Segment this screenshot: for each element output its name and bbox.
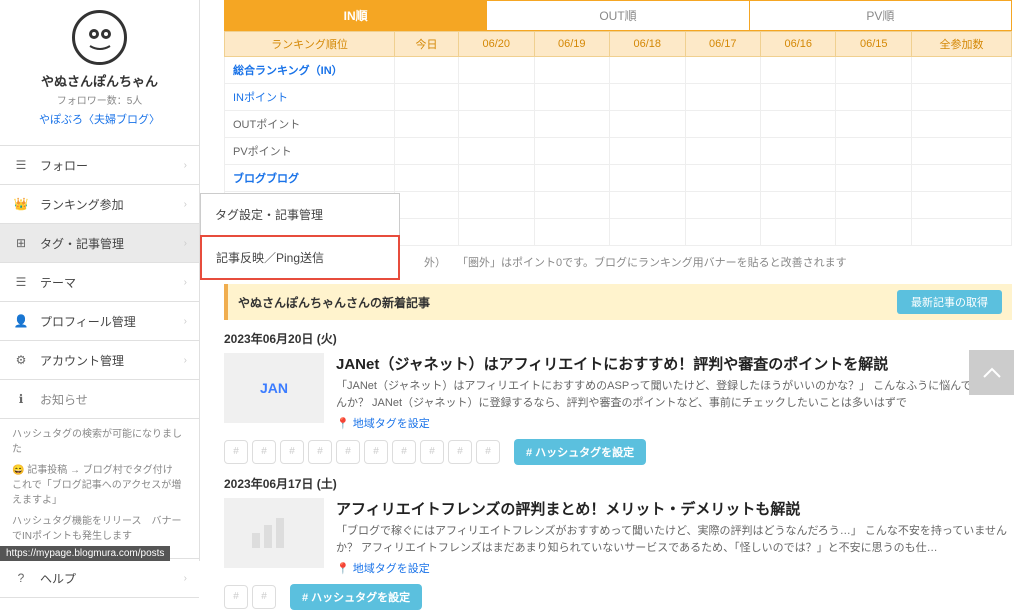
hashtag-set-button[interactable]: # ハッシュタグを設定 <box>514 439 646 465</box>
profile-block: やぬさんぽんちゃん フォロワー数：5人 やぽぶろ〈夫婦ブログ〉 <box>0 0 199 137</box>
article-title[interactable]: JANet（ジャネット）はアフィリエイトにおすすめ！評判や審査のポイントを解説 <box>336 353 1012 374</box>
tab-pv[interactable]: PV順 <box>749 1 1011 30</box>
chevron-right-icon: › <box>184 238 187 249</box>
chevron-up-icon <box>982 367 1002 379</box>
ranking-icon: 👑 <box>12 195 30 213</box>
menu-theme[interactable]: ☰テーマ› <box>0 263 199 302</box>
tag-slot[interactable]: # <box>280 440 304 464</box>
row-label[interactable]: 総合ランキング（IN） <box>225 57 395 84</box>
row-label[interactable]: INポイント <box>225 84 395 111</box>
new-posts-bar: やぬさんぽんちゃんさんの新着記事 最新記事の取得 <box>224 284 1012 320</box>
menu-account[interactable]: ⚙アカウント管理› <box>0 341 199 380</box>
follow-icon: ☰ <box>12 156 30 174</box>
ranking-tabs: IN順 OUT順 PV順 <box>224 0 1012 31</box>
th-date: 06/16 <box>760 32 835 57</box>
article-title[interactable]: アフィリエイトフレンズの評判まとめ！メリット・デメリットも解説 <box>336 498 1012 519</box>
hashtag-set-button[interactable]: # ハッシュタグを設定 <box>290 584 422 610</box>
chevron-right-icon: › <box>184 355 187 366</box>
scroll-top-button[interactable] <box>969 350 1014 395</box>
th-today: 今日 <box>395 32 459 57</box>
submenu-tag-settings[interactable]: タグ設定・記事管理 <box>201 194 399 236</box>
info-icon: ℹ <box>12 390 30 408</box>
menu-profile[interactable]: 👤プロフィール管理› <box>0 302 199 341</box>
row-label: OUTポイント <box>225 111 395 138</box>
tag-slot[interactable]: # <box>392 440 416 464</box>
note-text: ハッシュタグ機能をリリース バナーでINポイントも発生します <box>12 514 187 544</box>
chevron-right-icon: › <box>184 160 187 171</box>
menu-help[interactable]: ?ヘルプ› <box>0 558 199 598</box>
menu-follow[interactable]: ☰フォロー› <box>0 146 199 185</box>
avatar[interactable] <box>72 10 127 65</box>
tag-slot[interactable]: # <box>252 440 276 464</box>
username: やぬさんぽんちゃん <box>0 71 199 90</box>
status-bar-url: https://mypage.blogmura.com/posts <box>0 546 170 561</box>
chevron-right-icon: › <box>184 316 187 327</box>
article-date: 2023年06月17日 (土) <box>224 475 1012 492</box>
tag-slot[interactable]: # <box>252 585 276 609</box>
menu-tag-article[interactable]: ⊞タグ・記事管理› <box>0 224 199 263</box>
tag-slot[interactable]: # <box>336 440 360 464</box>
article-description: 「ブログで稼ぐにはアフィリエイトフレンズがおすすめって聞いたけど、実際の評判はど… <box>336 523 1012 556</box>
th-date: 06/19 <box>534 32 609 57</box>
tag-slot[interactable]: # <box>476 440 500 464</box>
menu-ranking[interactable]: 👑ランキング参加› <box>0 185 199 224</box>
tab-in[interactable]: IN順 <box>225 1 486 30</box>
help-icon: ? <box>12 569 30 587</box>
th-date: 06/15 <box>836 32 912 57</box>
hashtag-row: ########## # ハッシュタグを設定 <box>224 439 1012 465</box>
article-thumbnail[interactable] <box>224 498 324 568</box>
new-posts-label: やぬさんぽんちゃんさんの新着記事 <box>238 294 430 311</box>
th-date: 06/17 <box>685 32 760 57</box>
theme-icon: ☰ <box>12 273 30 291</box>
profile-icon: 👤 <box>12 312 30 330</box>
region-tag-link[interactable]: 📍 地域タグを設定 <box>336 560 430 576</box>
article-block: 2023年06月20日 (火) JAN JANet（ジャネット）はアフィリエイト… <box>224 330 1012 465</box>
th-rank: ランキング順位 <box>225 32 395 57</box>
region-tag-link[interactable]: 📍 地域タグを設定 <box>336 415 430 431</box>
row-label[interactable]: ブログブログ <box>225 165 395 192</box>
gear-icon: ⚙ <box>12 351 30 369</box>
sidebar-menu: ☰フォロー› 👑ランキング参加› ⊞タグ・記事管理› ☰テーマ› 👤プロフィール… <box>0 145 199 419</box>
chevron-right-icon: › <box>184 199 187 210</box>
article-block: 2023年06月17日 (土) アフィリエイトフレンズの評判まとめ！メリット・デ… <box>224 475 1012 610</box>
tag-slot[interactable]: # <box>364 440 388 464</box>
tag-slot[interactable]: # <box>224 440 248 464</box>
main-content: IN順 OUT順 PV順 ランキング順位 今日 06/20 06/19 06/1… <box>200 0 1024 610</box>
tag-slot[interactable]: # <box>308 440 332 464</box>
tag-slot[interactable]: # <box>448 440 472 464</box>
hashtag-row: ## # ハッシュタグを設定 <box>224 584 1012 610</box>
article-description: 「JANet（ジャネット）はアフィリエイトにおすすめのASPって聞いたけど、登録… <box>336 378 1012 411</box>
note-text: ハッシュタグの検索が可能になりました <box>12 427 187 457</box>
tag-slot[interactable]: # <box>224 585 248 609</box>
submenu-tag-article: タグ設定・記事管理 記事反映／Ping送信 <box>200 193 400 280</box>
sidebar-notes: ハッシュタグの検索が可能になりました 😄 記事投稿 → ブログ村でタグ付け これ… <box>0 419 199 558</box>
chevron-right-icon: › <box>184 573 187 584</box>
note-text: 😄 記事投稿 → ブログ村でタグ付け これで「ブログ記事へのアクセスが増えますよ… <box>12 463 187 508</box>
row-label: PVポイント <box>225 138 395 165</box>
article-thumbnail[interactable]: JAN <box>224 353 324 423</box>
tag-slot[interactable]: # <box>420 440 444 464</box>
tab-out[interactable]: OUT順 <box>486 1 748 30</box>
chevron-right-icon: › <box>184 277 187 288</box>
tag-icon: ⊞ <box>12 234 30 252</box>
sidebar: やぬさんぽんちゃん フォロワー数：5人 やぽぶろ〈夫婦ブログ〉 ☰フォロー› 👑… <box>0 0 200 561</box>
th-date: 06/20 <box>459 32 534 57</box>
article-date: 2023年06月20日 (火) <box>224 330 1012 347</box>
submenu-ping-send[interactable]: 記事反映／Ping送信 <box>200 235 400 280</box>
menu-notice[interactable]: ℹお知らせ <box>0 380 199 419</box>
refresh-button[interactable]: 最新記事の取得 <box>897 290 1002 314</box>
th-total: 全参加数 <box>912 32 1012 57</box>
blog-link[interactable]: やぽぶろ〈夫婦ブログ〉 <box>39 111 160 127</box>
follower-count: フォロワー数：5人 <box>0 92 199 107</box>
th-date: 06/18 <box>610 32 685 57</box>
